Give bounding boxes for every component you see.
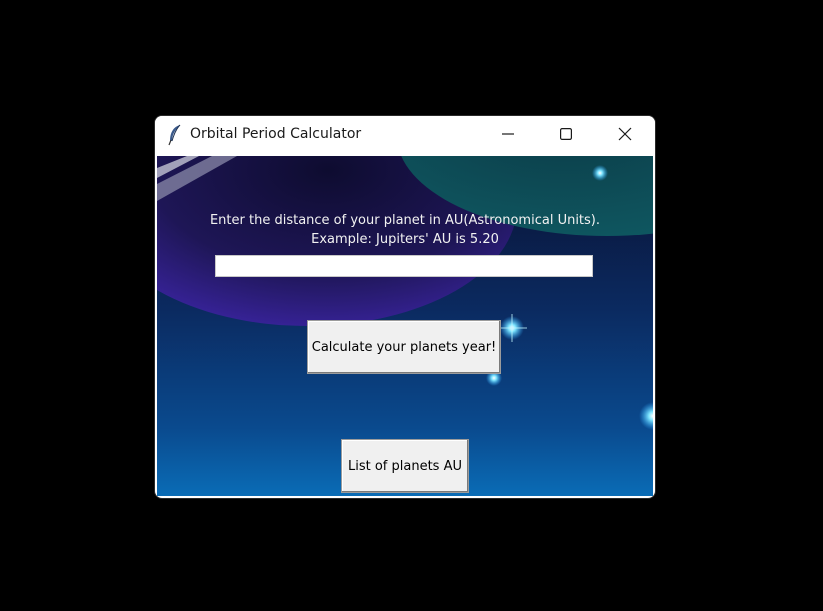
instruction-line-2: Example: Jupiters' AU is 5.20	[311, 232, 499, 247]
feather-icon	[167, 124, 183, 146]
main-panel: Enter the distance of your planet in AU(…	[157, 156, 653, 496]
maximize-icon	[560, 128, 572, 140]
app-window: Orbital Period Calculator Enter the dist…	[155, 116, 655, 498]
close-button[interactable]	[596, 116, 654, 152]
window-title: Orbital Period Calculator	[190, 126, 362, 142]
au-distance-input[interactable]	[215, 255, 593, 277]
close-icon	[618, 127, 632, 141]
instruction-line-1: Enter the distance of your planet in AU(…	[209, 213, 601, 228]
minimize-button[interactable]	[479, 116, 537, 152]
instruction-text: Enter the distance of your planet in AU(…	[157, 211, 653, 249]
maximize-button[interactable]	[537, 116, 595, 152]
calculate-year-button[interactable]: Calculate your planets year!	[307, 320, 501, 374]
title-bar[interactable]: Orbital Period Calculator	[155, 116, 655, 155]
list-planets-au-button[interactable]: List of planets AU	[341, 439, 469, 493]
minimize-icon	[502, 128, 514, 140]
